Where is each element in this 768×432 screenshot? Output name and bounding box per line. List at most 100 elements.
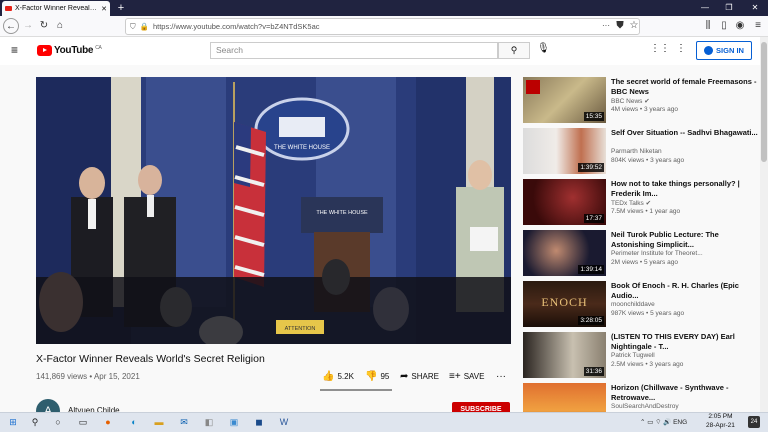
video-thumbnail[interactable]: 1:39:14 (523, 230, 606, 276)
word-icon[interactable]: W (276, 414, 292, 430)
microphone-icon[interactable]: 🎙 (537, 43, 550, 54)
more-actions-icon[interactable]: ··· (496, 371, 506, 382)
home-icon[interactable]: ⌂ (52, 18, 68, 34)
search-icon[interactable]: ⚲ (27, 414, 43, 430)
video-thumbnail[interactable]: 15:35 (523, 77, 606, 123)
taskbar-clock[interactable]: 2:05 PM 28-Apr-21 (706, 413, 735, 430)
close-window-button[interactable]: ✕ (744, 0, 766, 16)
list-item[interactable]: Horizon (Chillwave - Synthwave - Retrowa… (523, 383, 760, 412)
channel-name: Perimeter Institute for Theoret... (611, 250, 703, 257)
video-thumbnail[interactable] (523, 383, 606, 412)
firefox-icon[interactable]: ● (100, 414, 116, 430)
apps-grid-icon[interactable]: ⋮⋮ (650, 43, 670, 54)
video-title[interactable]: Horizon (Chillwave - Synthwave - Retrowa… (611, 383, 759, 402)
video-frame: THE WHITE HOUSE THE WHITE HOUSE ATTENTIO… (36, 77, 511, 344)
file-explorer-icon[interactable]: ▬ (151, 414, 167, 430)
maximize-button[interactable]: ❐ (718, 0, 740, 16)
enoch-thumb-text: ENOCH (541, 295, 588, 309)
clock-date: 28-Apr-21 (706, 421, 735, 429)
search-input[interactable]: Search (210, 42, 498, 59)
sign-in-label: SIGN IN (716, 46, 744, 55)
youtube-play-icon (37, 45, 52, 56)
battery-icon[interactable]: ▭ (647, 419, 653, 426)
search-button[interactable]: ⚲ (498, 42, 530, 59)
list-item[interactable]: 17:37 How not to take things personally?… (523, 179, 760, 227)
system-tray[interactable]: ⌃ ▭ ⌔ 🔊 ENG (640, 417, 687, 426)
back-arrow-icon[interactable]: ← (3, 18, 19, 34)
list-item[interactable]: ENOCH 3:28:05 Book Of Enoch - R. H. Char… (523, 281, 760, 329)
network-icon[interactable]: ⌔ (655, 419, 661, 426)
notification-center-icon[interactable]: 24 (748, 416, 760, 428)
video-title: X-Factor Winner Reveals World's Secret R… (36, 353, 265, 365)
shield-icon[interactable]: ⛉ (130, 22, 136, 32)
like-count: 5.2K (337, 372, 354, 381)
video-player[interactable]: THE WHITE HOUSE THE WHITE HOUSE ATTENTIO… (36, 77, 511, 344)
forward-arrow-icon[interactable]: → (20, 18, 36, 34)
lock-icon[interactable]: 🔒 (140, 22, 149, 31)
list-item[interactable]: 31:36 (LISTEN TO THIS EVERY DAY) Earl Ni… (523, 332, 760, 380)
volume-icon[interactable]: 🔊 (663, 419, 671, 426)
video-title[interactable]: Neil Turok Public Lecture: The Astonishi… (611, 230, 759, 249)
account-icon[interactable]: ◉ (732, 18, 748, 34)
reload-icon[interactable]: ↻ (36, 18, 52, 34)
save-button[interactable]: ≡+ SAVE (449, 371, 484, 382)
video-stats: 4M views • 3 years ago (611, 106, 678, 113)
url-text[interactable]: https://www.youtube.com/watch?v=bZ4NTdSK… (153, 22, 320, 31)
dislike-button[interactable]: 👎 95 (365, 371, 389, 382)
task-view-icon[interactable]: ○ (50, 414, 66, 430)
video-title[interactable]: (LISTEN TO THIS EVERY DAY) Earl Nighting… (611, 332, 759, 351)
duration-badge: 17:37 (583, 214, 604, 223)
youtube-logo[interactable]: YouTube CA (37, 44, 102, 57)
outlook-icon[interactable]: ✉ (176, 414, 192, 430)
new-tab-button[interactable]: + (114, 1, 128, 15)
list-item[interactable]: 1:39:52 Self Over Situation -- Sadhvi Bh… (523, 128, 760, 176)
multitask-icon[interactable]: ▭ (75, 414, 91, 430)
duration-badge: 1:39:52 (578, 163, 604, 172)
playlist-add-icon: ≡+ (449, 371, 461, 382)
verified-icon: ✔ (645, 200, 652, 207)
video-thumbnail[interactable]: 31:36 (523, 332, 606, 378)
thumbs-up-icon: 👍 (322, 371, 335, 382)
channel-name: moonchilddave (611, 301, 655, 308)
thumbs-down-icon: 👎 (365, 371, 378, 382)
region-label: CA (95, 44, 102, 51)
edge-icon[interactable]: ◐ (126, 414, 142, 430)
menu-icon[interactable]: ≡ (750, 18, 766, 34)
tray-expand-icon[interactable]: ⌃ (640, 419, 645, 426)
video-thumbnail[interactable]: ENOCH 3:28:05 (523, 281, 606, 327)
app-icon[interactable]: ◧ (201, 414, 217, 430)
video-title[interactable]: The secret world of female Freemasons - … (611, 77, 759, 96)
user-avatar-icon (704, 46, 714, 55)
like-button[interactable]: 👍 5.2K (322, 371, 354, 382)
sign-in-button[interactable]: SIGN IN (696, 41, 752, 60)
close-icon[interactable]: ✕ (101, 5, 107, 13)
video-stats: 804K views • 3 years ago (611, 157, 685, 164)
settings-dots-icon[interactable]: ⋮ (676, 43, 686, 54)
video-title[interactable]: Book Of Enoch - R. H. Charles (Epic Audi… (611, 281, 759, 300)
dislike-count: 95 (380, 372, 390, 381)
photos-icon[interactable]: ▣ (226, 414, 242, 430)
scrollbar-thumb[interactable] (761, 42, 767, 162)
save-label: SAVE (463, 372, 485, 381)
app-c-icon[interactable]: ◼ (251, 414, 267, 430)
list-item[interactable]: 1:39:14 Neil Turok Public Lecture: The A… (523, 230, 760, 278)
video-title[interactable]: Self Over Situation -- Sadhvi Bhagawati.… (611, 128, 759, 138)
minimize-button[interactable]: — (694, 0, 716, 16)
browser-tab[interactable]: X-Factor Winner Reveals W ✕ (2, 1, 110, 16)
video-title[interactable]: How not to take things personally? | Fre… (611, 179, 759, 198)
video-thumbnail[interactable]: 1:39:52 (523, 128, 606, 174)
bookmark-star-icon[interactable]: ☆ (626, 18, 642, 34)
windows-start-icon[interactable]: ⊞ (5, 414, 21, 430)
podium-text: THE WHITE HOUSE (316, 210, 368, 216)
list-item[interactable]: 15:35 The secret world of female Freemas… (523, 77, 760, 125)
video-thumbnail[interactable]: 17:37 (523, 179, 606, 225)
language-indicator[interactable]: ENG (673, 419, 687, 426)
duration-badge: 31:36 (583, 367, 604, 376)
share-label: SHARE (411, 372, 439, 381)
library-icon[interactable]: ⫼ (700, 18, 716, 34)
duration-badge: 3:28:05 (578, 316, 604, 325)
url-bar[interactable]: ⛉ 🔒 https://www.youtube.com/watch?v=bZ4N… (125, 18, 640, 35)
sidebar-icon[interactable]: ▯ (716, 18, 732, 34)
hamburger-menu-icon[interactable]: ≡ (11, 43, 18, 57)
share-button[interactable]: ➦ SHARE (400, 371, 439, 382)
